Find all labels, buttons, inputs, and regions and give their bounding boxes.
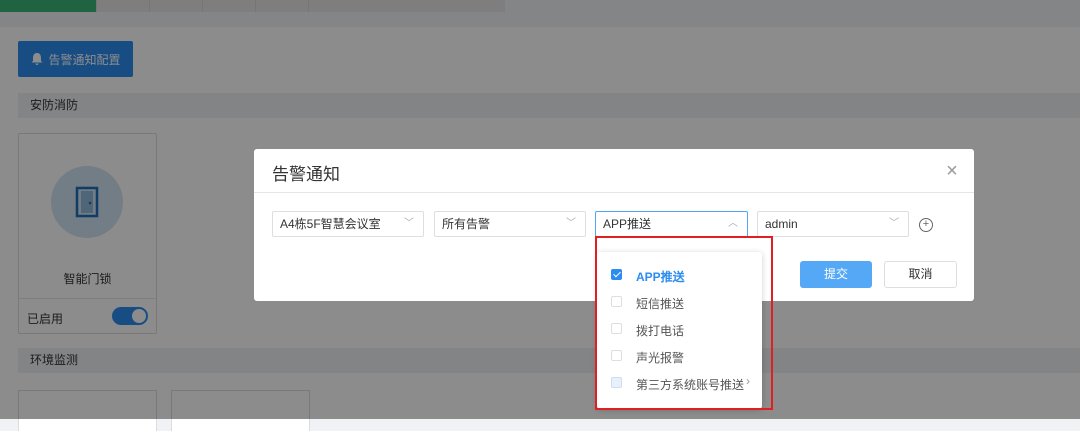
location-select-value: A4栋5F智慧会议室 (280, 217, 381, 231)
chevron-down-icon: ﹀ (566, 218, 576, 229)
add-circle-icon[interactable]: + (919, 218, 933, 232)
location-select[interactable]: A4栋5F智慧会议室 ﹀ (272, 211, 424, 237)
modal-title: 告警通知 (272, 165, 340, 184)
user-select[interactable]: admin ﹀ (757, 211, 909, 237)
chevron-up-icon: ︿ (728, 218, 738, 229)
close-icon[interactable]: × (940, 159, 964, 183)
alarm-type-select[interactable]: 所有告警 ﹀ (434, 211, 586, 237)
submit-button[interactable]: 提交 (800, 261, 872, 288)
highlight-annotation-box (595, 236, 773, 410)
notify-method-select-value: APP推送 (603, 217, 652, 231)
modal-divider (254, 192, 974, 193)
user-select-value: admin (765, 217, 798, 231)
chevron-down-icon: ﹀ (889, 218, 899, 229)
alarm-type-select-value: 所有告警 (442, 217, 491, 231)
notify-method-select[interactable]: APP推送 ︿ (595, 211, 748, 237)
cancel-button[interactable]: 取消 (884, 261, 957, 288)
chevron-down-icon: ﹀ (404, 218, 414, 229)
